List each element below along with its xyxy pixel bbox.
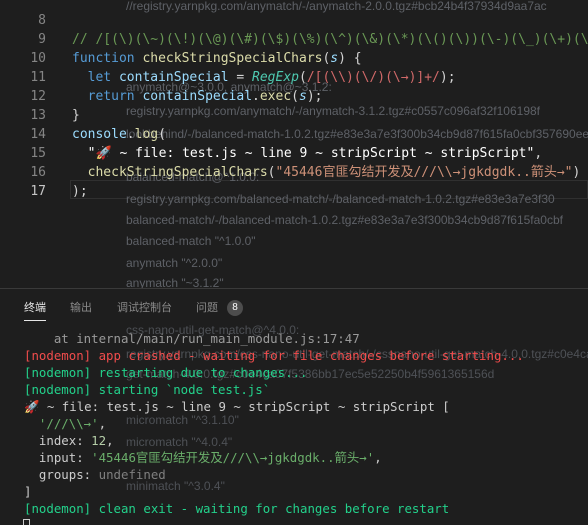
terminal-prompt-line[interactable] [23,517,584,525]
tab-problems[interactable]: 问题 [196,301,218,321]
ghost-text: anymatch "~3.1.2" [126,276,224,288]
bottom-panel: css-nano-util-get-match@^4.0.0: registry… [0,288,588,525]
match-string: '///\\→' [24,416,99,431]
tab-terminal[interactable]: 终端 [24,301,46,321]
code-line-10[interactable]: 10 let containSpecial = RegExp(/[(\\)(\/… [0,30,588,85]
terminal-line: index: 12, [24,432,584,449]
terminal-line: ] [24,484,32,499]
tab-output[interactable]: 输出 [70,301,92,321]
ghost-text: balanced-match/-/balanced-match-1.0.2.tg… [126,213,563,227]
current-line-highlight [70,180,588,199]
terminal-line: [nodemon] restarting due to changes... [24,365,308,380]
index-key: index: [24,433,92,448]
terminal-line: '///\\→', [24,415,584,432]
code-line-17[interactable]: 17 [0,163,588,199]
code-line-13[interactable]: 13 console.log( [0,87,588,142]
terminal-line: at internal/main/run_main_module.js:17:4… [24,331,360,346]
code-line-16[interactable]: 16 ); [0,144,588,199]
punctuation: , [106,433,114,448]
punctuation: , [98,416,107,431]
code-line-9[interactable]: 9 function checkStringSpecialChars(s) { [0,11,588,66]
code-line-14[interactable]: 14 "🚀 ~ file: test.js ~ line 9 ~ stripSc… [0,106,588,161]
code-line-12[interactable]: 12 } [0,68,588,123]
input-value: '45446官匪勾结开发及///\\→jgkdgdk..箭头→' [91,450,375,465]
terminal-output[interactable]: at internal/main/run_main_module.js:17:4… [23,330,584,525]
input-key: input: [24,450,92,465]
groups-key: groups: [24,467,99,482]
terminal-line: 🚀 ~ file: test.js ~ line 9 ~ stripScript… [24,399,450,414]
line-number: 17 [30,184,46,199]
code-editor[interactable]: //registry.yarnpkg.com/anymatch/-/anymat… [0,0,588,288]
terminal-line: [nodemon] app crashed - waiting for file… [24,348,524,363]
tab-debug-console[interactable]: 调试控制台 [117,301,172,321]
punctuation: , [374,450,382,465]
groups-value: undefined [98,467,166,482]
terminal-line: input: '45446官匪勾结开发及///\\→jgkdgdk..箭头→', [24,449,584,466]
panel-tabs: 终端 输出 调试控制台 问题 8 [0,289,588,327]
code-line-11[interactable]: 11 return containSpecial.exec(s); [0,49,588,104]
terminal-line: [nodemon] starting `node test.js` [24,382,271,397]
problems-count-badge: 8 [227,300,243,316]
index-value: 12 [91,433,107,448]
terminal-cursor [23,519,30,525]
code-line-15[interactable]: 15 checkStringSpecialChars("45446官匪勾结开发及… [0,125,588,180]
code-lines[interactable]: 8 // /[(\)(\~)(\!)(\@)(\#)(\$)(\%)(\^)(\… [0,0,588,199]
terminal-line: groups: undefined [24,466,584,483]
code-line-8[interactable]: 8 // /[(\)(\~)(\!)(\@)(\#)(\$)(\%)(\^)(\… [0,0,588,47]
terminal-line: [nodemon] clean exit - waiting for chang… [24,501,450,516]
ghost-text: balanced-match "^1.0.0" [126,234,256,248]
ghost-text: anymatch "^2.0.0" [126,256,223,270]
